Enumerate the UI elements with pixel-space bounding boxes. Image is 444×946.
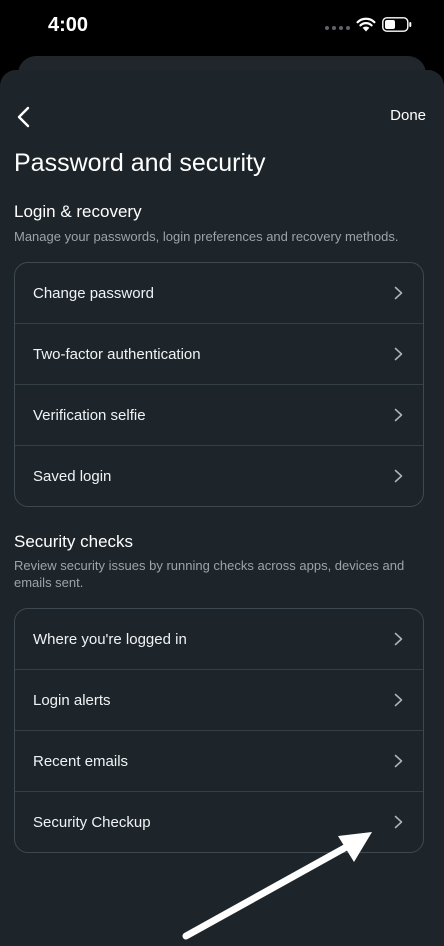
row-label: Two-factor authentication bbox=[33, 345, 201, 363]
chevron-right-icon bbox=[394, 754, 403, 768]
recent-emails-row[interactable]: Recent emails bbox=[15, 731, 423, 792]
row-label: Login alerts bbox=[33, 691, 111, 709]
chevron-right-icon bbox=[394, 469, 403, 483]
login-recovery-description: Manage your passwords, login preferences… bbox=[14, 229, 399, 244]
back-icon[interactable] bbox=[14, 104, 36, 130]
where-logged-in-row[interactable]: Where you're logged in bbox=[15, 609, 423, 670]
row-label: Recent emails bbox=[33, 752, 129, 770]
done-button[interactable]: Done bbox=[390, 107, 426, 124]
status-bar: 4:00 bbox=[0, 0, 444, 56]
chevron-right-icon bbox=[394, 815, 403, 829]
page-title: Password and security bbox=[14, 149, 266, 177]
security-checks-description: Review security issues by running checks… bbox=[14, 558, 405, 590]
wifi-icon bbox=[356, 17, 376, 32]
login-recovery-title: Login & recovery bbox=[14, 202, 142, 221]
saved-login-row[interactable]: Saved login bbox=[15, 446, 423, 506]
row-label: Saved login bbox=[33, 467, 112, 485]
status-time: 4:00 bbox=[48, 14, 89, 36]
signal-dots-icon bbox=[325, 24, 351, 32]
change-password-row[interactable]: Change password bbox=[15, 263, 423, 324]
security-checks-card: Where you're logged in Login alerts Rece… bbox=[14, 608, 424, 853]
row-label: Security Checkup bbox=[33, 813, 151, 831]
verification-selfie-row[interactable]: Verification selfie bbox=[15, 385, 423, 446]
chevron-right-icon bbox=[394, 693, 403, 707]
chevron-right-icon bbox=[394, 408, 403, 422]
two-factor-authentication-row[interactable]: Two-factor authentication bbox=[15, 324, 423, 385]
battery-icon bbox=[382, 17, 412, 32]
chevron-right-icon bbox=[394, 347, 403, 361]
security-checkup-row[interactable]: Security Checkup bbox=[15, 792, 423, 852]
row-label: Verification selfie bbox=[33, 406, 146, 424]
login-alerts-row[interactable]: Login alerts bbox=[15, 670, 423, 731]
security-checks-title: Security checks bbox=[14, 532, 134, 551]
row-label: Where you're logged in bbox=[33, 630, 187, 648]
login-recovery-card: Change password Two-factor authenticatio… bbox=[14, 262, 424, 507]
row-label: Change password bbox=[33, 284, 154, 302]
chevron-right-icon bbox=[394, 286, 403, 300]
chevron-right-icon bbox=[394, 632, 403, 646]
